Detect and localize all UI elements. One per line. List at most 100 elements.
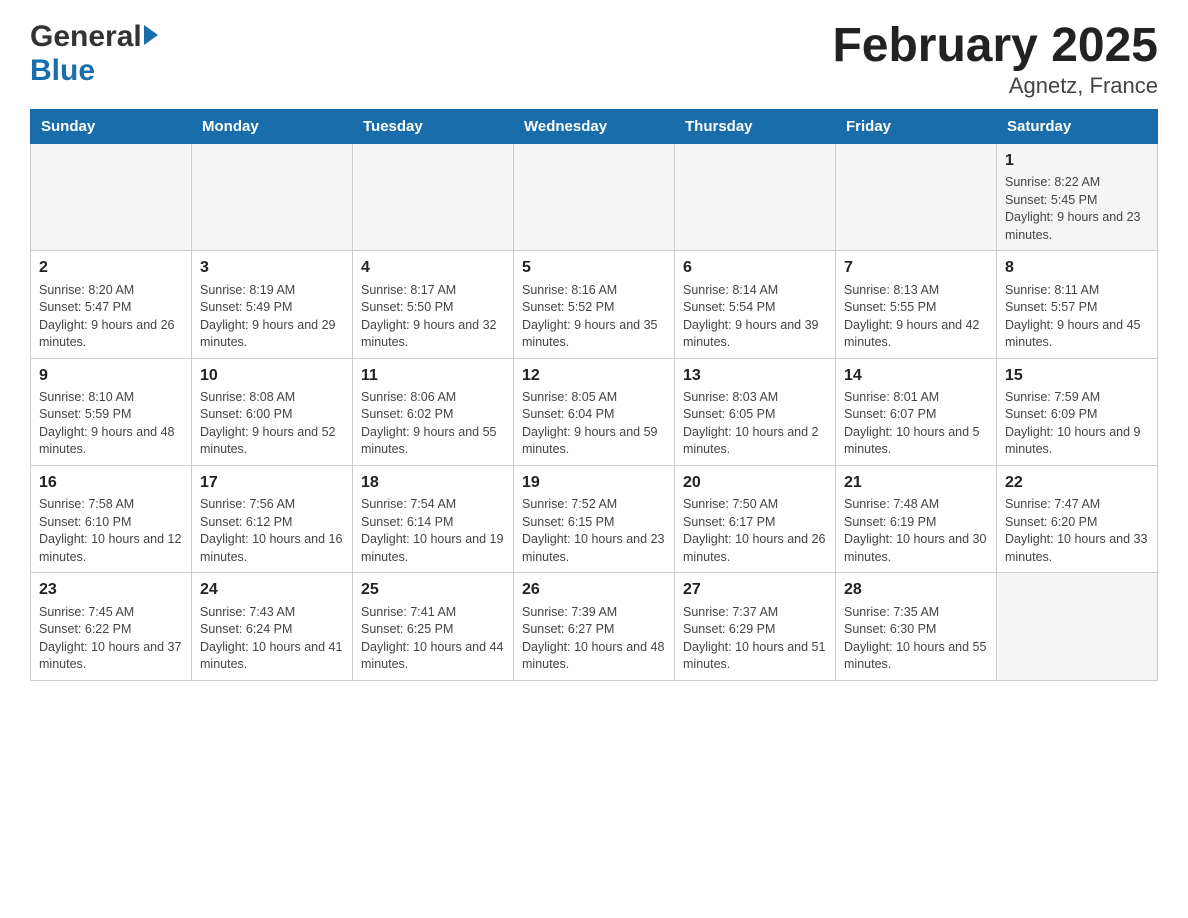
calendar-cell: 13Sunrise: 8:03 AMSunset: 6:05 PMDayligh… <box>675 358 836 465</box>
calendar-header-row: SundayMondayTuesdayWednesdayThursdayFrid… <box>31 109 1158 143</box>
calendar-week-1: 2 Sunrise: 8:20 AMSunset: 5:47 PMDaylight… <box>31 251 1158 358</box>
sun-info: Sunrise: 8:13 AMSunset: 5:55 PMDaylight:… <box>844 282 988 352</box>
calendar-cell: 14Sunrise: 8:01 AMSunset: 6:07 PMDayligh… <box>836 358 997 465</box>
sun-info: Sunrise: 7:37 AMSunset: 6:29 PMDaylight:… <box>683 604 827 674</box>
calendar-cell: 10Sunrise: 8:08 AMSunset: 6:00 PMDayligh… <box>192 358 353 465</box>
calendar-cell: 20Sunrise: 7:50 AMSunset: 6:17 PMDayligh… <box>675 465 836 572</box>
day-number: 3 <box>200 257 344 279</box>
calendar-cell: 23 Sunrise: 7:45 AMSunset: 6:22 PMDayligh… <box>31 573 192 680</box>
day-number: 11 <box>361 365 505 387</box>
sun-info: Sunrise: 7:50 AMSunset: 6:17 PMDaylight:… <box>683 496 827 566</box>
calendar-cell: 17Sunrise: 7:56 AMSunset: 6:12 PMDayligh… <box>192 465 353 572</box>
sun-info: Sunrise: 8:17 AMSunset: 5:50 PMDaylight:… <box>361 282 505 352</box>
calendar-cell <box>353 143 514 250</box>
day-number: 7 <box>844 257 988 279</box>
day-number: 23 <box>39 579 183 601</box>
calendar-cell: 16Sunrise: 7:58 AMSunset: 6:10 PMDayligh… <box>31 465 192 572</box>
sun-info: Sunrise: 8:05 AMSunset: 6:04 PMDaylight:… <box>522 389 666 459</box>
day-number: 27 <box>683 579 827 601</box>
calendar-cell: 28 Sunrise: 7:35 AMSunset: 6:30 PMDayligh… <box>836 573 997 680</box>
day-header-thursday: Thursday <box>675 109 836 143</box>
title-area: February 2025 Agnetz, France <box>832 20 1158 99</box>
sun-info: Sunrise: 8:16 AMSunset: 5:52 PMDaylight:… <box>522 282 666 352</box>
sun-info: Sunrise: 8:03 AMSunset: 6:05 PMDaylight:… <box>683 389 827 459</box>
calendar-cell: 25 Sunrise: 7:41 AMSunset: 6:25 PMDayligh… <box>353 573 514 680</box>
sun-info: Sunrise: 7:54 AMSunset: 6:14 PMDaylight:… <box>361 496 505 566</box>
day-number: 8 <box>1005 257 1149 279</box>
sun-info: Sunrise: 8:19 AMSunset: 5:49 PMDaylight:… <box>200 282 344 352</box>
day-number: 1 <box>1005 150 1149 172</box>
calendar-cell: 6Sunrise: 8:14 AMSunset: 5:54 PMDaylight… <box>675 251 836 358</box>
calendar-week-4: 23 Sunrise: 7:45 AMSunset: 6:22 PMDayligh… <box>31 573 1158 680</box>
page-header: General Blue February 2025 Agnetz, Franc… <box>30 20 1158 99</box>
day-number: 21 <box>844 472 988 494</box>
calendar-cell <box>31 143 192 250</box>
calendar-cell <box>514 143 675 250</box>
day-number: 2 <box>39 257 183 279</box>
calendar-week-3: 16Sunrise: 7:58 AMSunset: 6:10 PMDayligh… <box>31 465 1158 572</box>
day-number: 16 <box>39 472 183 494</box>
calendar-cell: 5 Sunrise: 8:16 AMSunset: 5:52 PMDaylight… <box>514 251 675 358</box>
sun-info: Sunrise: 7:58 AMSunset: 6:10 PMDaylight:… <box>39 496 183 566</box>
calendar-cell: 11Sunrise: 8:06 AMSunset: 6:02 PMDayligh… <box>353 358 514 465</box>
day-number: 10 <box>200 365 344 387</box>
sun-info: Sunrise: 7:56 AMSunset: 6:12 PMDaylight:… <box>200 496 344 566</box>
calendar-subtitle: Agnetz, France <box>832 73 1158 99</box>
day-header-saturday: Saturday <box>997 109 1158 143</box>
day-header-wednesday: Wednesday <box>514 109 675 143</box>
calendar-cell: 27 Sunrise: 7:37 AMSunset: 6:29 PMDayligh… <box>675 573 836 680</box>
day-header-sunday: Sunday <box>31 109 192 143</box>
calendar-cell: 1Sunrise: 8:22 AMSunset: 5:45 PMDaylight… <box>997 143 1158 250</box>
sun-info: Sunrise: 7:39 AMSunset: 6:27 PMDaylight:… <box>522 604 666 674</box>
calendar-cell: 7 Sunrise: 8:13 AMSunset: 5:55 PMDaylight… <box>836 251 997 358</box>
day-number: 5 <box>522 257 666 279</box>
calendar-cell <box>997 573 1158 680</box>
calendar-cell: 18Sunrise: 7:54 AMSunset: 6:14 PMDayligh… <box>353 465 514 572</box>
logo-arrow-icon <box>144 25 158 45</box>
day-header-tuesday: Tuesday <box>353 109 514 143</box>
sun-info: Sunrise: 7:52 AMSunset: 6:15 PMDaylight:… <box>522 496 666 566</box>
logo: General Blue <box>30 20 158 88</box>
day-number: 12 <box>522 365 666 387</box>
sun-info: Sunrise: 8:20 AMSunset: 5:47 PMDaylight:… <box>39 282 183 352</box>
sun-info: Sunrise: 7:59 AMSunset: 6:09 PMDaylight:… <box>1005 389 1149 459</box>
calendar-title: February 2025 <box>832 20 1158 73</box>
logo-general-text: General <box>30 20 142 54</box>
calendar-cell: 12Sunrise: 8:05 AMSunset: 6:04 PMDayligh… <box>514 358 675 465</box>
day-number: 24 <box>200 579 344 601</box>
calendar-cell: 15Sunrise: 7:59 AMSunset: 6:09 PMDayligh… <box>997 358 1158 465</box>
sun-info: Sunrise: 7:35 AMSunset: 6:30 PMDaylight:… <box>844 604 988 674</box>
day-number: 28 <box>844 579 988 601</box>
calendar-cell: 26 Sunrise: 7:39 AMSunset: 6:27 PMDayligh… <box>514 573 675 680</box>
day-number: 18 <box>361 472 505 494</box>
sun-info: Sunrise: 8:06 AMSunset: 6:02 PMDaylight:… <box>361 389 505 459</box>
sun-info: Sunrise: 8:22 AMSunset: 5:45 PMDaylight:… <box>1005 174 1149 244</box>
day-number: 22 <box>1005 472 1149 494</box>
day-number: 4 <box>361 257 505 279</box>
day-header-monday: Monday <box>192 109 353 143</box>
sun-info: Sunrise: 7:45 AMSunset: 6:22 PMDaylight:… <box>39 604 183 674</box>
sun-info: Sunrise: 8:14 AMSunset: 5:54 PMDaylight:… <box>683 282 827 352</box>
sun-info: Sunrise: 8:11 AMSunset: 5:57 PMDaylight:… <box>1005 282 1149 352</box>
calendar-cell: 19Sunrise: 7:52 AMSunset: 6:15 PMDayligh… <box>514 465 675 572</box>
day-number: 20 <box>683 472 827 494</box>
day-number: 25 <box>361 579 505 601</box>
calendar-cell <box>192 143 353 250</box>
calendar-table: SundayMondayTuesdayWednesdayThursdayFrid… <box>30 109 1158 681</box>
sun-info: Sunrise: 8:01 AMSunset: 6:07 PMDaylight:… <box>844 389 988 459</box>
day-number: 17 <box>200 472 344 494</box>
day-number: 14 <box>844 365 988 387</box>
calendar-cell: 8 Sunrise: 8:11 AMSunset: 5:57 PMDaylight… <box>997 251 1158 358</box>
calendar-cell: 4 Sunrise: 8:17 AMSunset: 5:50 PMDaylight… <box>353 251 514 358</box>
day-number: 26 <box>522 579 666 601</box>
calendar-week-2: 9Sunrise: 8:10 AMSunset: 5:59 PMDaylight… <box>31 358 1158 465</box>
calendar-cell: 3 Sunrise: 8:19 AMSunset: 5:49 PMDaylight… <box>192 251 353 358</box>
sun-info: Sunrise: 7:41 AMSunset: 6:25 PMDaylight:… <box>361 604 505 674</box>
sun-info: Sunrise: 7:48 AMSunset: 6:19 PMDaylight:… <box>844 496 988 566</box>
day-number: 19 <box>522 472 666 494</box>
calendar-week-0: 1Sunrise: 8:22 AMSunset: 5:45 PMDaylight… <box>31 143 1158 250</box>
calendar-cell <box>675 143 836 250</box>
day-number: 13 <box>683 365 827 387</box>
calendar-cell: 21Sunrise: 7:48 AMSunset: 6:19 PMDayligh… <box>836 465 997 572</box>
sun-info: Sunrise: 8:10 AMSunset: 5:59 PMDaylight:… <box>39 389 183 459</box>
